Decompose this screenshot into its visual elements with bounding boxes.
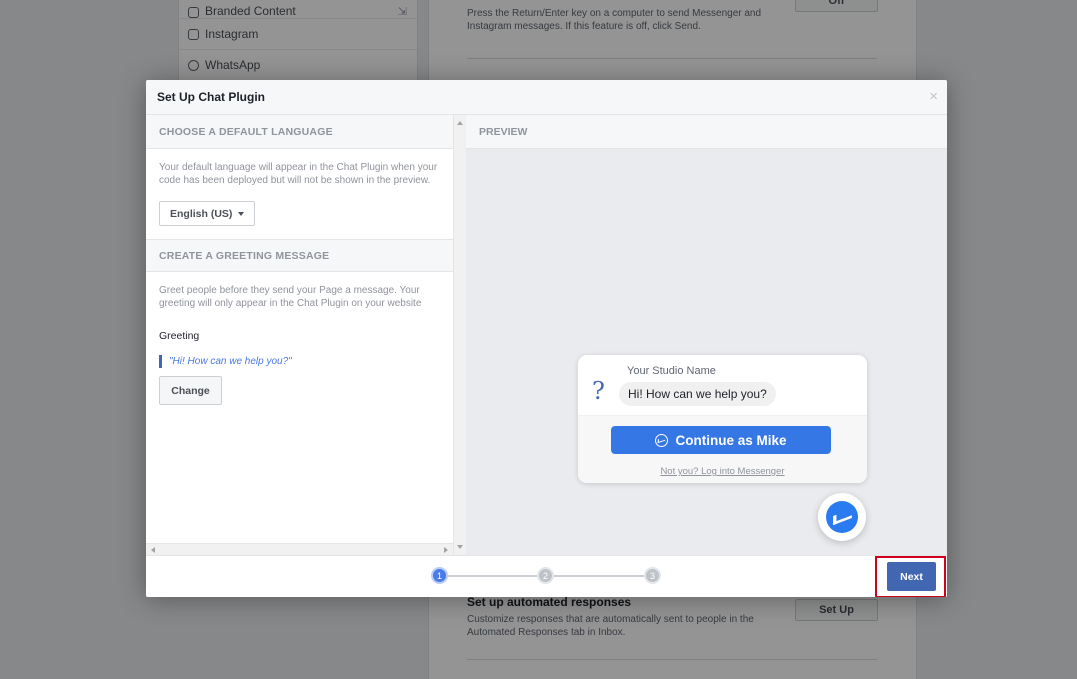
close-icon[interactable]: × bbox=[929, 89, 938, 104]
horizontal-scrollbar[interactable] bbox=[146, 543, 453, 555]
step-progress: 1 2 3 bbox=[431, 567, 661, 585]
dialog-body: CHOOSE A DEFAULT LANGUAGE Your default l… bbox=[146, 115, 947, 555]
next-button[interactable]: Next bbox=[887, 562, 936, 591]
caret-down-icon bbox=[238, 211, 245, 216]
scroll-left-icon[interactable] bbox=[151, 547, 155, 553]
step-1-indicator: 1 bbox=[431, 567, 448, 584]
greeting-value: "Hi! How can we help you?" bbox=[159, 355, 440, 368]
step-connector bbox=[549, 575, 649, 577]
continue-as-button[interactable]: Continue as Mike bbox=[611, 426, 831, 454]
messenger-icon bbox=[655, 433, 669, 447]
language-helper-text: Your default language will appear in the… bbox=[159, 162, 438, 186]
dialog-header: Set Up Chat Plugin × bbox=[146, 80, 947, 115]
greeting-section-heading: CREATE A GREETING MESSAGE bbox=[146, 239, 453, 272]
greeting-section: Greet people before they send your Page … bbox=[146, 272, 453, 418]
chat-plugin-setup-dialog: Set Up Chat Plugin × CHOOSE A DEFAULT LA… bbox=[146, 80, 947, 597]
log-into-messenger-link[interactable]: Not you? Log into Messenger bbox=[578, 466, 867, 477]
dialog-footer: 1 2 3 Next bbox=[146, 555, 947, 597]
greeting-bubble: Hi! How can we help you? bbox=[619, 382, 776, 406]
scroll-right-icon[interactable] bbox=[444, 547, 448, 553]
messenger-chat-button[interactable] bbox=[818, 493, 866, 541]
step-3-indicator: 3 bbox=[644, 567, 661, 584]
page-name: Your Studio Name bbox=[627, 365, 716, 377]
scroll-down-icon[interactable] bbox=[457, 545, 463, 549]
step-connector bbox=[441, 575, 541, 577]
continue-as-label: Continue as Mike bbox=[675, 432, 787, 448]
language-section: Your default language will appear in the… bbox=[146, 149, 453, 239]
greeting-label: Greeting bbox=[159, 330, 200, 342]
dialog-title: Set Up Chat Plugin bbox=[157, 90, 265, 104]
language-section-heading: CHOOSE A DEFAULT LANGUAGE bbox=[146, 115, 453, 149]
scroll-up-icon[interactable] bbox=[457, 121, 463, 125]
vertical-scrollbar[interactable] bbox=[453, 115, 466, 555]
preview-heading: PREVIEW bbox=[466, 115, 947, 149]
change-greeting-button[interactable]: Change bbox=[159, 376, 222, 405]
settings-pane: CHOOSE A DEFAULT LANGUAGE Your default l… bbox=[146, 115, 453, 555]
page-avatar-icon: ? bbox=[592, 377, 605, 405]
messenger-icon bbox=[826, 501, 858, 533]
chat-plugin-preview-card: Your Studio Name ? Hi! How can we help y… bbox=[578, 355, 867, 483]
preview-pane: PREVIEW Your Studio Name ? Hi! How can w… bbox=[466, 115, 947, 555]
language-selected-value: English (US) bbox=[170, 207, 233, 220]
step-2-indicator: 2 bbox=[537, 567, 554, 584]
greeting-helper-text: Greet people before they send your Page … bbox=[159, 285, 422, 309]
login-area: Continue as Mike Not you? Log into Messe… bbox=[578, 415, 867, 483]
language-dropdown[interactable]: English (US) bbox=[159, 201, 256, 226]
